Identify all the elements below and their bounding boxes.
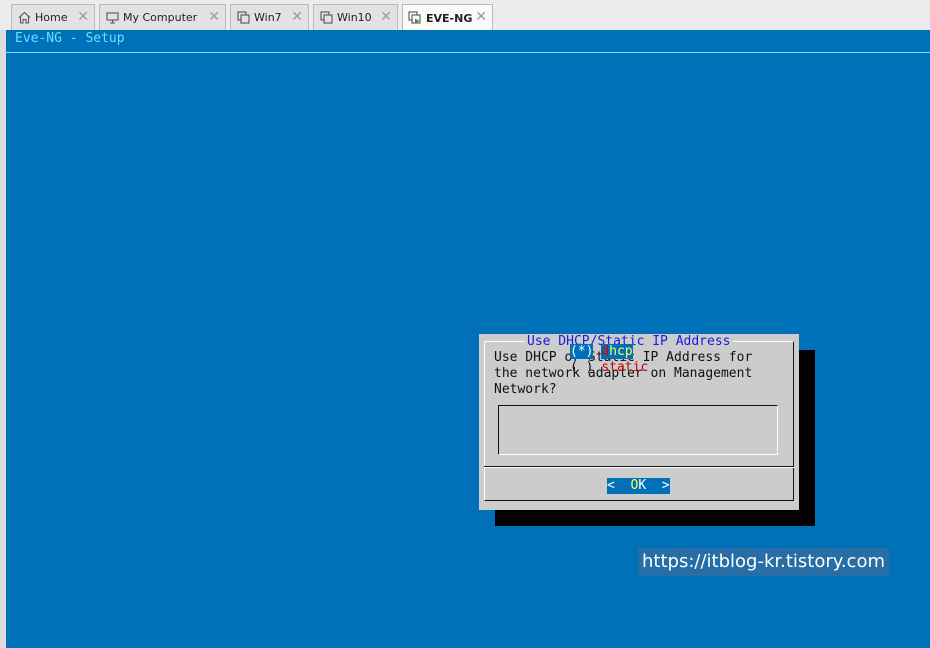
- tab-home[interactable]: Home ✕: [11, 4, 95, 30]
- close-icon[interactable]: ✕: [475, 9, 487, 25]
- close-icon[interactable]: ✕: [291, 9, 303, 25]
- tab-eve-ng[interactable]: EVE-NG ✕: [402, 4, 493, 31]
- tab-win7[interactable]: Win7 ✕: [230, 4, 309, 30]
- home-icon: [17, 11, 31, 25]
- close-icon[interactable]: ✕: [77, 9, 89, 25]
- title-underline: [6, 52, 930, 53]
- tab-label: Win7: [254, 11, 282, 24]
- radio-mark: ( ): [570, 360, 594, 375]
- ok-left-bracket: <: [607, 478, 631, 493]
- ok-rest: K >: [638, 478, 670, 493]
- tab-my-computer[interactable]: My Computer ✕: [99, 4, 226, 30]
- radio-option-static[interactable]: ( ) static: [570, 360, 648, 376]
- close-icon[interactable]: ✕: [208, 9, 220, 25]
- tab-bar: Home ✕ My Computer ✕ Win7 ✕ Win10 ✕ EVE-…: [0, 0, 930, 31]
- hotkey-letter: d: [601, 344, 610, 359]
- option-label-rest: hcp: [609, 344, 633, 359]
- tab-label: EVE-NG: [426, 11, 473, 25]
- button-separator-light: [484, 467, 794, 468]
- radio-option-dhcp[interactable]: (*) dhcp: [570, 344, 633, 360]
- option-list: [498, 405, 778, 455]
- vm-icon: [236, 11, 250, 25]
- ok-button[interactable]: < OK >: [607, 478, 670, 494]
- setup-title: Eve-NG - Setup: [15, 31, 125, 46]
- radio-mark: (*): [570, 344, 594, 359]
- computer-icon: [105, 11, 119, 25]
- option-label: static: [601, 360, 649, 375]
- tab-label: Home: [35, 11, 68, 24]
- tab-label: Win10: [337, 11, 372, 24]
- watermark-text: https://itblog-kr.tistory.com: [638, 548, 889, 576]
- close-icon[interactable]: ✕: [380, 9, 392, 25]
- prompt-line: Network?: [494, 382, 557, 397]
- tab-label: My Computer: [123, 11, 198, 24]
- tab-win10[interactable]: Win10 ✕: [313, 4, 398, 30]
- vm-running-icon: [408, 11, 422, 25]
- dhcp-static-dialog: Use DHCP/Static IP Address Use DHCP or S…: [479, 334, 799, 510]
- vm-icon: [319, 11, 333, 25]
- option-label: dhcp: [601, 344, 633, 359]
